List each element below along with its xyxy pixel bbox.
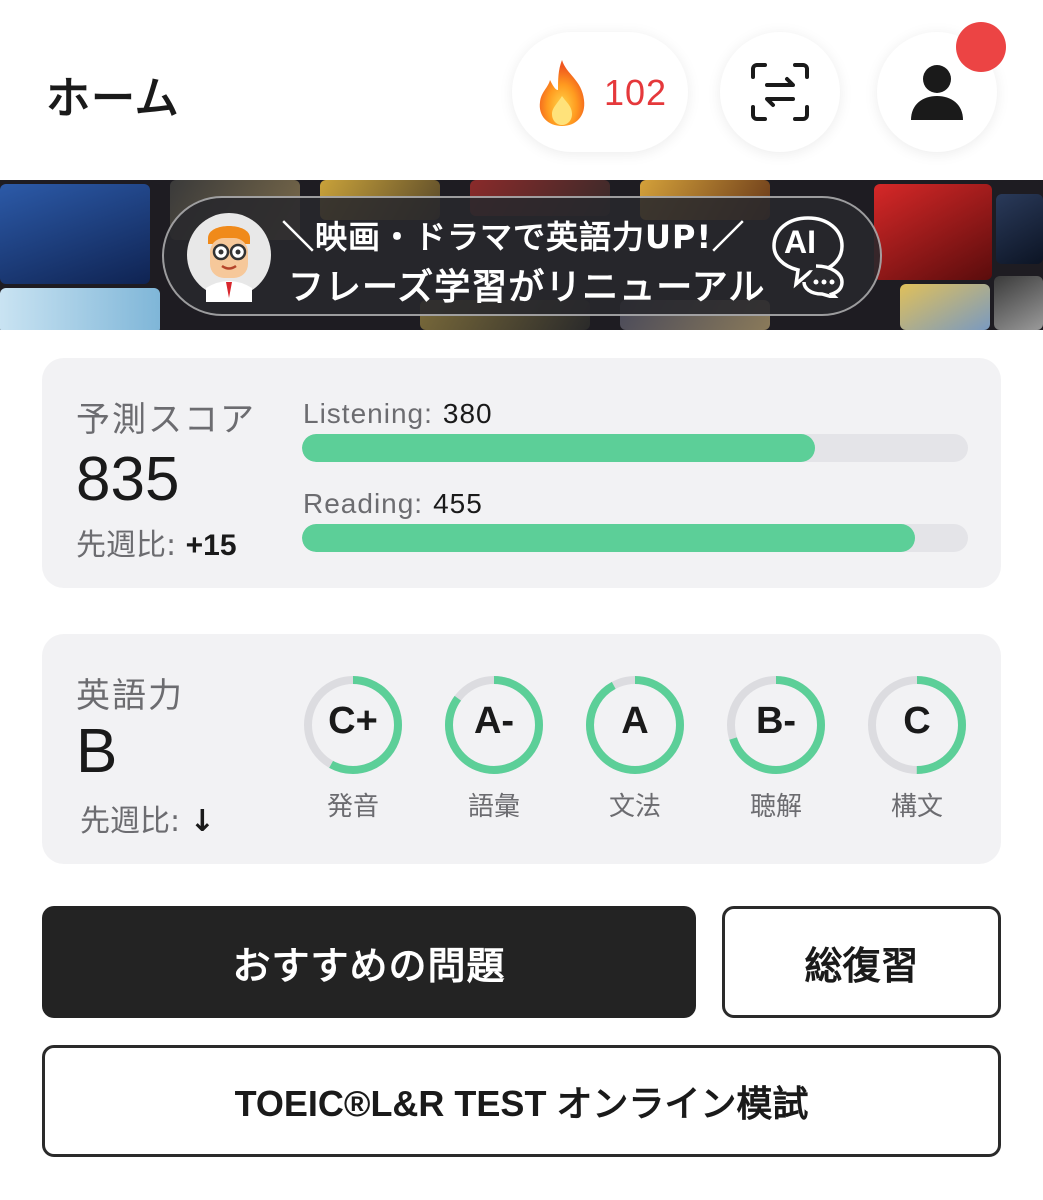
ai-chat-icon: AI bbox=[770, 214, 846, 302]
listening-progress-fill bbox=[302, 434, 815, 462]
score-delta-value: +15 bbox=[185, 529, 237, 562]
user-icon bbox=[911, 65, 963, 120]
skill-syntax[interactable]: C 構文 bbox=[866, 674, 968, 824]
poster-image bbox=[0, 184, 150, 284]
listening-score: 380 bbox=[442, 398, 493, 429]
skill-grade: C+ bbox=[328, 700, 378, 742]
full-review-button[interactable]: 総復習 bbox=[722, 906, 1001, 1018]
skill-name: 構文 bbox=[890, 792, 943, 822]
skill-grade: A- bbox=[473, 700, 515, 742]
skill-name: 聴解 bbox=[749, 792, 802, 822]
reading-score: 455 bbox=[433, 488, 483, 519]
reading-progress-bar bbox=[302, 524, 968, 552]
flame-icon bbox=[539, 60, 585, 126]
page-title: ホーム bbox=[46, 73, 180, 124]
streak-button[interactable]: 102 bbox=[512, 32, 688, 152]
english-skill-label: 英語力 bbox=[76, 676, 184, 716]
skill-name: 語彙 bbox=[467, 792, 520, 822]
score-delta-label: 先週比: bbox=[76, 528, 177, 563]
translate-button[interactable] bbox=[720, 32, 840, 152]
reading-label-row: Reading: 455 bbox=[303, 488, 483, 520]
skill-grade: A bbox=[621, 700, 649, 742]
skill-name: 発音 bbox=[326, 792, 379, 822]
notification-badge bbox=[956, 22, 1006, 72]
header: ホーム 102 bbox=[0, 0, 1043, 180]
skill-listening[interactable]: B- 聴解 bbox=[725, 674, 827, 824]
reading-label: Reading: bbox=[303, 488, 424, 519]
skill-grade: B- bbox=[755, 700, 797, 742]
skill-grade: C bbox=[903, 700, 931, 742]
skill-weekly-change: 先週比: ↓ bbox=[80, 796, 215, 840]
poster-image bbox=[994, 276, 1043, 330]
poster-image bbox=[0, 288, 160, 330]
translate-icon bbox=[751, 63, 809, 121]
mock-test-button[interactable]: TOEIC®L&R TEST オンライン模試 bbox=[42, 1045, 1001, 1157]
poster-image bbox=[900, 284, 990, 330]
ai-label: AI bbox=[784, 224, 816, 260]
english-skill-grade: B bbox=[76, 717, 118, 786]
arrow-down-icon: ↓ bbox=[189, 804, 215, 839]
skill-vocabulary[interactable]: A- 語彙 bbox=[443, 674, 545, 824]
poster-image bbox=[874, 184, 992, 280]
banner-headline: ＼映画・ドラマで英語力UP!／ bbox=[282, 218, 746, 256]
listening-label-row: Listening: 380 bbox=[303, 398, 493, 430]
listening-progress-bar bbox=[302, 434, 968, 462]
listening-label: Listening: bbox=[303, 398, 433, 429]
skill-grammar[interactable]: A 文法 bbox=[584, 674, 686, 824]
predicted-score-label: 予測スコア bbox=[76, 400, 256, 440]
skill-delta-label: 先週比: bbox=[80, 804, 181, 839]
streak-count: 102 bbox=[604, 72, 668, 113]
reading-progress-fill bbox=[302, 524, 915, 552]
poster-image bbox=[996, 194, 1043, 264]
predicted-score-value: 835 bbox=[76, 445, 180, 514]
banner-subheadline: フレーズ学習がリニューアル bbox=[288, 267, 766, 308]
skill-name: 文法 bbox=[608, 792, 661, 822]
score-weekly-change: 先週比: +15 bbox=[76, 520, 237, 564]
skill-pronunciation[interactable]: C+ 発音 bbox=[302, 674, 404, 824]
recommended-questions-button[interactable]: おすすめの問題 bbox=[42, 906, 696, 1018]
mascot-icon bbox=[187, 213, 271, 302]
